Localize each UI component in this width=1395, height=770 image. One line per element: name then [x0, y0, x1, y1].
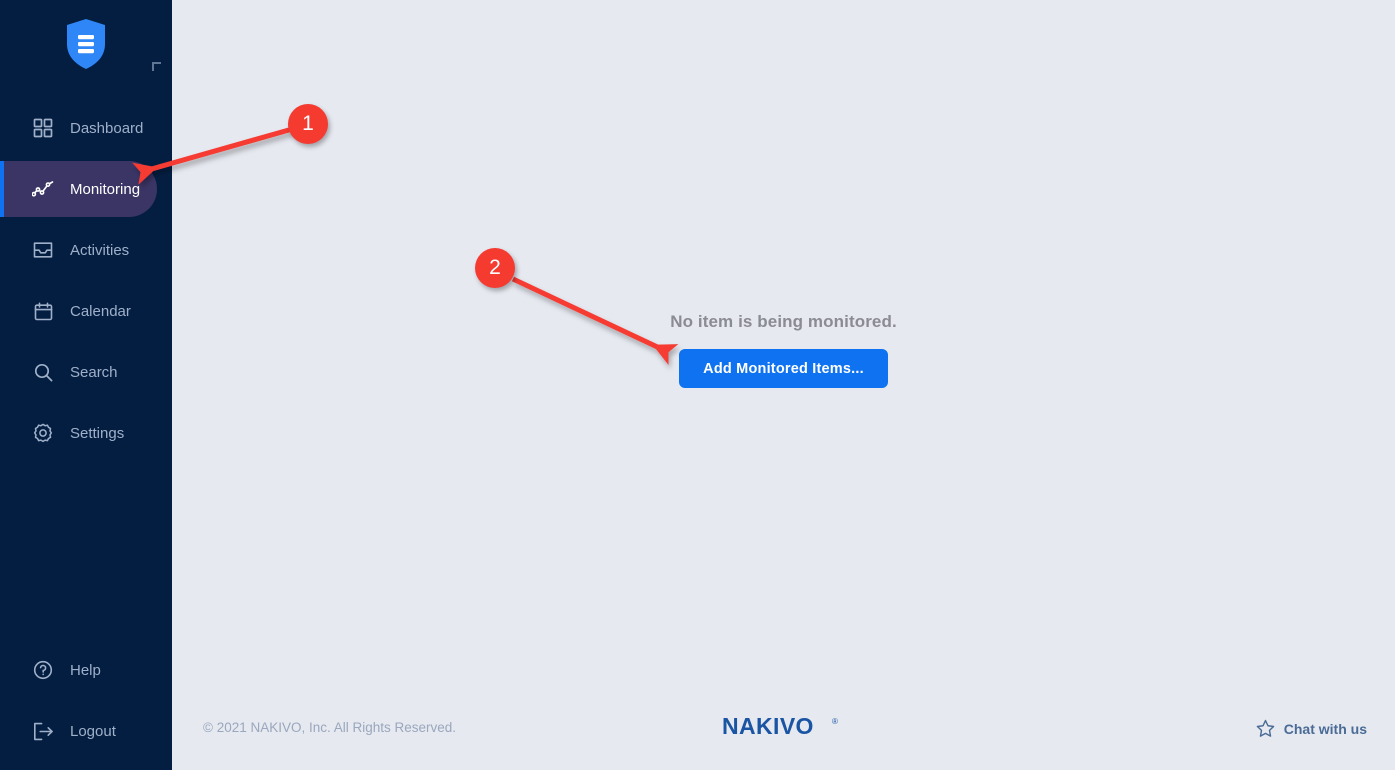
app-logo[interactable]	[0, 14, 172, 74]
search-icon	[32, 361, 54, 383]
chat-with-us-button[interactable]: Chat with us	[1256, 719, 1367, 738]
nakivo-logo: NAKIVO ®	[172, 714, 1395, 740]
logout-arrow-icon	[32, 720, 54, 742]
gear-icon	[32, 422, 54, 444]
svg-text:®: ®	[832, 717, 838, 726]
sidebar-item-settings[interactable]: Settings	[0, 405, 172, 461]
sidebar-item-label: Dashboard	[70, 119, 144, 137]
sidebar-item-calendar[interactable]: Calendar	[0, 283, 172, 339]
sidebar-item-label: Help	[70, 661, 101, 679]
corner-bracket-glyph	[152, 62, 161, 71]
sidebar-item-activities[interactable]: Activities	[0, 222, 172, 278]
application-window: Dashboard Monitoring Activities Calendar…	[0, 0, 1395, 770]
star-outline-icon	[1256, 719, 1275, 738]
sidebar-item-label: Logout	[70, 722, 116, 740]
svg-text:NAKIVO: NAKIVO	[722, 714, 814, 739]
sidebar-item-label: Activities	[70, 241, 130, 259]
sidebar-nav: Dashboard Monitoring Activities Calendar…	[0, 100, 172, 461]
sidebar-item-label: Settings	[70, 424, 125, 442]
sidebar-item-help[interactable]: Help	[0, 642, 172, 698]
chat-with-us-label: Chat with us	[1283, 720, 1367, 737]
line-chart-icon	[32, 178, 54, 200]
footer: © 2021 NAKIVO, Inc. All Rights Reserved.…	[172, 706, 1395, 754]
empty-state: No item is being monitored. Add Monitore…	[172, 312, 1395, 388]
main-content: No item is being monitored. Add Monitore…	[172, 0, 1395, 770]
sidebar-item-dashboard[interactable]: Dashboard	[0, 100, 172, 156]
sidebar-item-label: Calendar	[70, 302, 131, 320]
sidebar-item-search[interactable]: Search	[0, 344, 172, 400]
nakivo-wordmark-icon: NAKIVO ®	[722, 714, 838, 739]
calendar-icon	[32, 300, 54, 322]
shield-document-icon	[65, 18, 107, 70]
sidebar-item-monitoring[interactable]: Monitoring	[0, 161, 157, 217]
question-circle-icon	[32, 659, 54, 681]
empty-state-message: No item is being monitored.	[670, 312, 897, 331]
sidebar: Dashboard Monitoring Activities Calendar…	[0, 0, 172, 770]
add-monitored-items-button[interactable]: Add Monitored Items...	[679, 349, 888, 388]
sidebar-nav-bottom: Help Logout	[0, 642, 172, 759]
sidebar-item-logout[interactable]: Logout	[0, 703, 172, 759]
sidebar-item-label: Search	[70, 363, 118, 381]
inbox-icon	[32, 239, 54, 261]
sidebar-item-label: Monitoring	[70, 180, 141, 198]
grid-icon	[32, 117, 54, 139]
